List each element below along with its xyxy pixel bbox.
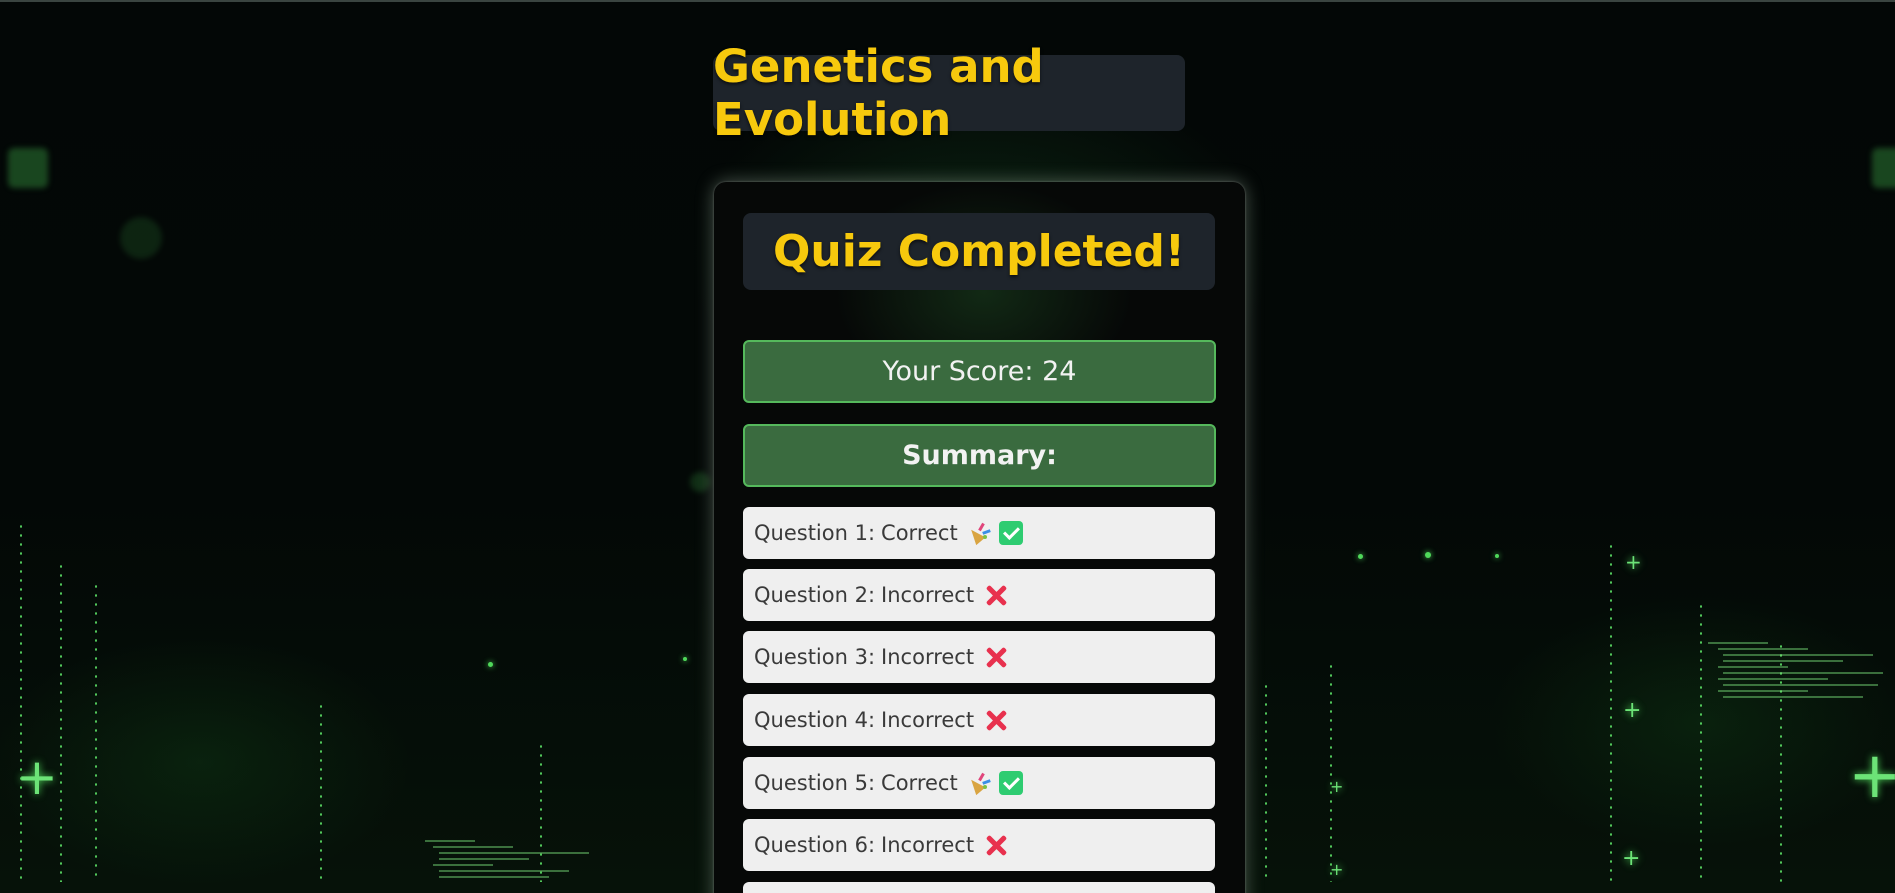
summary-item-question-6: Question 6: Incorrect — [743, 819, 1215, 871]
question-label: Question 1: — [754, 521, 876, 545]
sparkle-plus-icon: + — [1848, 739, 1895, 813]
dot-column — [1610, 542, 1612, 882]
summary-heading: Summary: — [743, 424, 1216, 487]
code-snippet-graphic — [1708, 642, 1883, 702]
score-display: Your Score: 24 — [743, 340, 1216, 403]
cross-mark-icon — [984, 583, 1008, 607]
bokeh-light — [120, 217, 162, 259]
sparkle-plus-icon: + — [1622, 846, 1641, 871]
summary-item-question-4: Question 4: Incorrect — [743, 694, 1215, 746]
glow-dot — [683, 657, 687, 661]
sparkle-plus-icon: + — [1330, 777, 1344, 796]
bokeh-light — [690, 472, 710, 492]
question-label: Question 3: — [754, 645, 876, 669]
quiz-title: Genetics and Evolution — [713, 40, 1044, 146]
summary-item-question-2: Question 2: Incorrect — [743, 569, 1215, 621]
dot-column — [1265, 682, 1267, 882]
sparkle-plus-icon: + — [1330, 860, 1344, 879]
check-mark-icon — [998, 771, 1023, 795]
glow-dot — [1495, 554, 1499, 558]
party-popper-icon — [966, 522, 991, 546]
glow-dot — [1425, 552, 1431, 558]
check-mark-icon — [998, 521, 1023, 545]
question-label: Question 5: — [754, 771, 876, 795]
cross-mark-icon — [984, 708, 1008, 732]
question-result: Incorrect — [881, 833, 975, 857]
dot-column — [1700, 602, 1702, 882]
dot-column — [20, 522, 22, 882]
results-card: Quiz Completed! Your Score: 24 Summary: … — [714, 182, 1245, 893]
question-result: Incorrect — [881, 645, 975, 669]
summary-item-next-partial — [743, 882, 1215, 893]
completion-banner: Quiz Completed! — [743, 213, 1215, 290]
summary-item-question-1: Question 1: Correct — [743, 507, 1215, 559]
dot-column — [1330, 662, 1332, 882]
question-label: Question 6: — [754, 833, 876, 857]
glow-dot — [1358, 554, 1363, 559]
dot-column — [320, 702, 322, 882]
question-label: Question 4: — [754, 708, 876, 732]
question-result: Incorrect — [881, 708, 975, 732]
summary-item-question-3: Question 3: Incorrect — [743, 631, 1215, 683]
question-result: Correct — [881, 771, 958, 795]
question-result: Incorrect — [881, 583, 975, 607]
bokeh-light — [8, 148, 48, 188]
question-label: Question 2: — [754, 583, 876, 607]
completion-heading: Quiz Completed! — [773, 226, 1185, 277]
party-popper-icon — [966, 772, 991, 796]
sparkle-plus-icon: + — [1625, 550, 1642, 574]
summary-item-question-5: Question 5: Correct — [743, 757, 1215, 809]
code-snippet-graphic — [425, 840, 595, 882]
cross-mark-icon — [984, 833, 1008, 857]
sparkle-plus-icon: + — [16, 748, 58, 806]
sparkle-plus-icon: + — [1623, 698, 1642, 723]
glow-dot — [488, 662, 493, 667]
dot-column — [60, 562, 62, 882]
dot-column — [95, 582, 97, 882]
quiz-title-banner: Genetics and Evolution — [713, 40, 1185, 146]
cross-mark-icon — [984, 645, 1008, 669]
bokeh-light — [1872, 148, 1895, 188]
question-result: Correct — [881, 521, 958, 545]
